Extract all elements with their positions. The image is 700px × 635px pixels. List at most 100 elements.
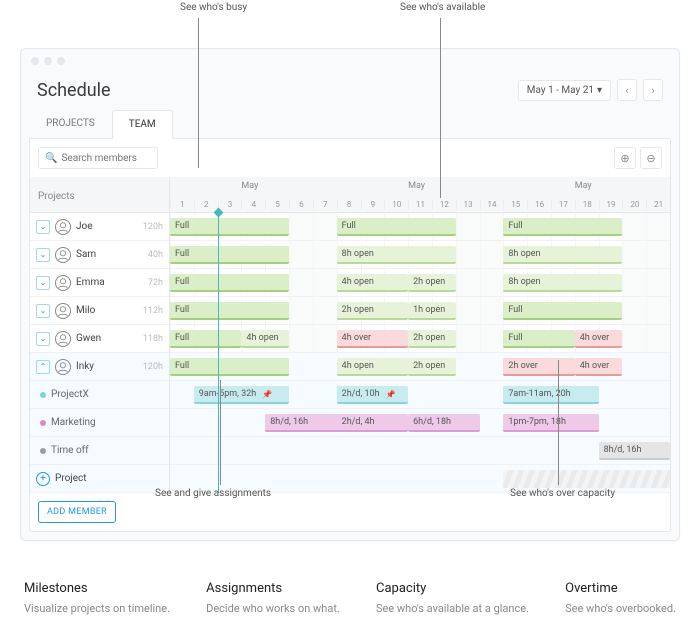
annotation-line <box>220 380 221 485</box>
allocation-bar[interactable]: Full <box>170 274 289 292</box>
member-name: Inky <box>76 361 138 372</box>
avatar-icon <box>55 275 71 291</box>
expand-icon[interactable]: ⌄ <box>36 220 50 234</box>
day-column-header: 8 <box>337 200 361 209</box>
member-row-sam[interactable]: ⌄ Sam 40h <box>30 241 169 269</box>
page-title: Schedule <box>37 80 111 101</box>
timeline-row-timeoff: 8h/d, 16h <box>170 437 670 465</box>
window-controls <box>21 49 679 73</box>
features-row: Milestones Visualize projects on timelin… <box>20 581 680 615</box>
allocation-bar[interactable]: 9am-5pm, 32h📌 <box>194 386 289 404</box>
zoom-out-button[interactable]: ⊖ <box>640 147 662 169</box>
allocation-bar[interactable]: 2h open <box>408 358 456 376</box>
allocation-bar[interactable]: 1h open <box>408 302 456 320</box>
traffic-light-close[interactable] <box>31 57 39 65</box>
search-input-wrap[interactable]: 🔍 <box>38 147 158 169</box>
allocation-bar[interactable]: 8h open <box>337 246 456 264</box>
project-row-marketing[interactable]: Marketing <box>30 409 169 437</box>
day-column-header: 12 <box>432 200 456 209</box>
expand-icon[interactable]: ⌄ <box>36 304 50 318</box>
project-row-timeoff[interactable]: Time off <box>30 437 169 465</box>
traffic-light-max[interactable] <box>57 57 65 65</box>
month-label: May <box>575 181 592 191</box>
allocation-bar[interactable]: 4h open <box>241 330 289 348</box>
expand-icon[interactable]: ⌄ <box>36 276 50 290</box>
member-row-emma[interactable]: ⌄ Emma 72h <box>30 269 169 297</box>
allocation-bar[interactable]: 8h open <box>503 274 622 292</box>
allocation-bar[interactable]: 7am-11am, 20h <box>503 386 598 404</box>
timeline-row-sam: Full 8h open 8h open <box>170 241 670 269</box>
collapse-icon[interactable]: ⌃ <box>36 360 50 374</box>
member-hours: 118h <box>143 334 163 344</box>
allocation-bar[interactable]: 4h over <box>575 330 623 348</box>
date-range-label: May 1 - May 21 <box>527 85 594 96</box>
annotation-overcapacity: See who's over capacity <box>510 488 615 499</box>
timeline-row-inky: Full 4h open2h open 2h over4h over <box>170 353 670 381</box>
add-project-row[interactable]: + Project <box>30 465 169 493</box>
app-window: Schedule May 1 - May 21 ▾ ‹ › PROJECTS T… <box>20 48 680 541</box>
expand-icon[interactable]: ⌄ <box>36 332 50 346</box>
allocation-bar[interactable]: 6h/d, 18h <box>408 414 479 432</box>
allocation-bar[interactable]: Full <box>170 218 289 236</box>
member-row-milo[interactable]: ⌄ Milo 112h <box>30 297 169 325</box>
project-name: ProjectX <box>51 389 163 400</box>
feature-title: Capacity <box>376 581 529 596</box>
allocation-bar[interactable]: 2h open <box>408 274 456 292</box>
date-range-picker[interactable]: May 1 - May 21 ▾ <box>518 80 611 101</box>
allocation-bar[interactable]: Full <box>170 330 241 348</box>
timeline-row-milo: Full 2h open1h open Full <box>170 297 670 325</box>
add-member-button[interactable]: ADD MEMBER <box>38 501 116 523</box>
day-column-header: 20 <box>622 200 646 209</box>
member-row-gwen[interactable]: ⌄ Gwen 118h <box>30 325 169 353</box>
feature-desc: See who's available at a glance. <box>376 602 529 615</box>
feature-milestones: Milestones Visualize projects on timelin… <box>24 581 170 615</box>
member-row-inky[interactable]: ⌃ Inky 120h <box>30 353 169 381</box>
member-hours: 120h <box>143 362 163 372</box>
timeline-body: FullFullFull Full8h open8h open Full4h o… <box>170 213 670 493</box>
member-row-joe[interactable]: ⌄ Joe 120h <box>30 213 169 241</box>
expand-icon[interactable]: ⌄ <box>36 248 50 262</box>
avatar-icon <box>55 331 71 347</box>
allocation-bar[interactable]: 2h over <box>503 358 574 376</box>
search-input[interactable] <box>61 153 141 164</box>
allocation-bar[interactable]: 2h open <box>408 330 456 348</box>
allocation-bar[interactable]: 4h open <box>337 358 408 376</box>
feature-title: Overtime <box>565 581 676 596</box>
tab-projects[interactable]: PROJECTS <box>29 109 112 138</box>
allocation-bar[interactable]: 4h over <box>575 358 623 376</box>
member-hours: 72h <box>148 278 163 288</box>
project-row-projectx[interactable]: ProjectX <box>30 381 169 409</box>
allocation-bar[interactable] <box>503 470 670 488</box>
allocation-bar[interactable]: 8h/d, 16h <box>599 442 670 460</box>
allocation-bar[interactable]: 2h open <box>337 302 408 320</box>
day-column-header: 14 <box>480 200 504 209</box>
prev-button[interactable]: ‹ <box>617 79 637 101</box>
zoom-in-button[interactable]: ⊕ <box>614 147 636 169</box>
allocation-bar[interactable]: Full <box>170 302 289 320</box>
tab-team[interactable]: TEAM <box>112 110 173 139</box>
header: Schedule May 1 - May 21 ▾ ‹ › <box>21 73 679 109</box>
allocation-bar[interactable]: 2h/d, 10h📌 <box>337 386 408 404</box>
allocation-bar[interactable]: Full <box>170 246 289 264</box>
allocation-bar[interactable]: Full <box>503 330 574 348</box>
annotation-busy: See who's busy <box>180 2 247 13</box>
allocation-bar[interactable]: 2h/d, 4h <box>337 414 408 432</box>
allocation-bar[interactable]: 4h over <box>337 330 408 348</box>
project-color-dot <box>40 420 46 426</box>
allocation-bar[interactable]: Full <box>337 218 456 236</box>
allocation-bar[interactable]: 1pm-7pm, 18h <box>503 414 598 432</box>
pin-icon: 📌 <box>262 390 272 399</box>
allocation-bar[interactable]: 8h open <box>503 246 622 264</box>
allocation-bar[interactable]: Full <box>170 358 289 376</box>
allocation-bar[interactable]: Full <box>503 218 622 236</box>
tabs: PROJECTS TEAM <box>29 109 671 138</box>
allocation-bar[interactable]: 4h open <box>337 274 408 292</box>
allocation-bar[interactable]: Full <box>503 302 622 320</box>
chevron-down-icon: ▾ <box>597 85 602 96</box>
timeline-header: MayMayMay 123456789101112131415161718192… <box>170 177 670 213</box>
next-button[interactable]: › <box>643 79 663 101</box>
day-column-header: 2 <box>194 200 218 209</box>
traffic-light-min[interactable] <box>44 57 52 65</box>
member-name: Gwen <box>76 333 138 344</box>
day-column-header: 6 <box>289 200 313 209</box>
